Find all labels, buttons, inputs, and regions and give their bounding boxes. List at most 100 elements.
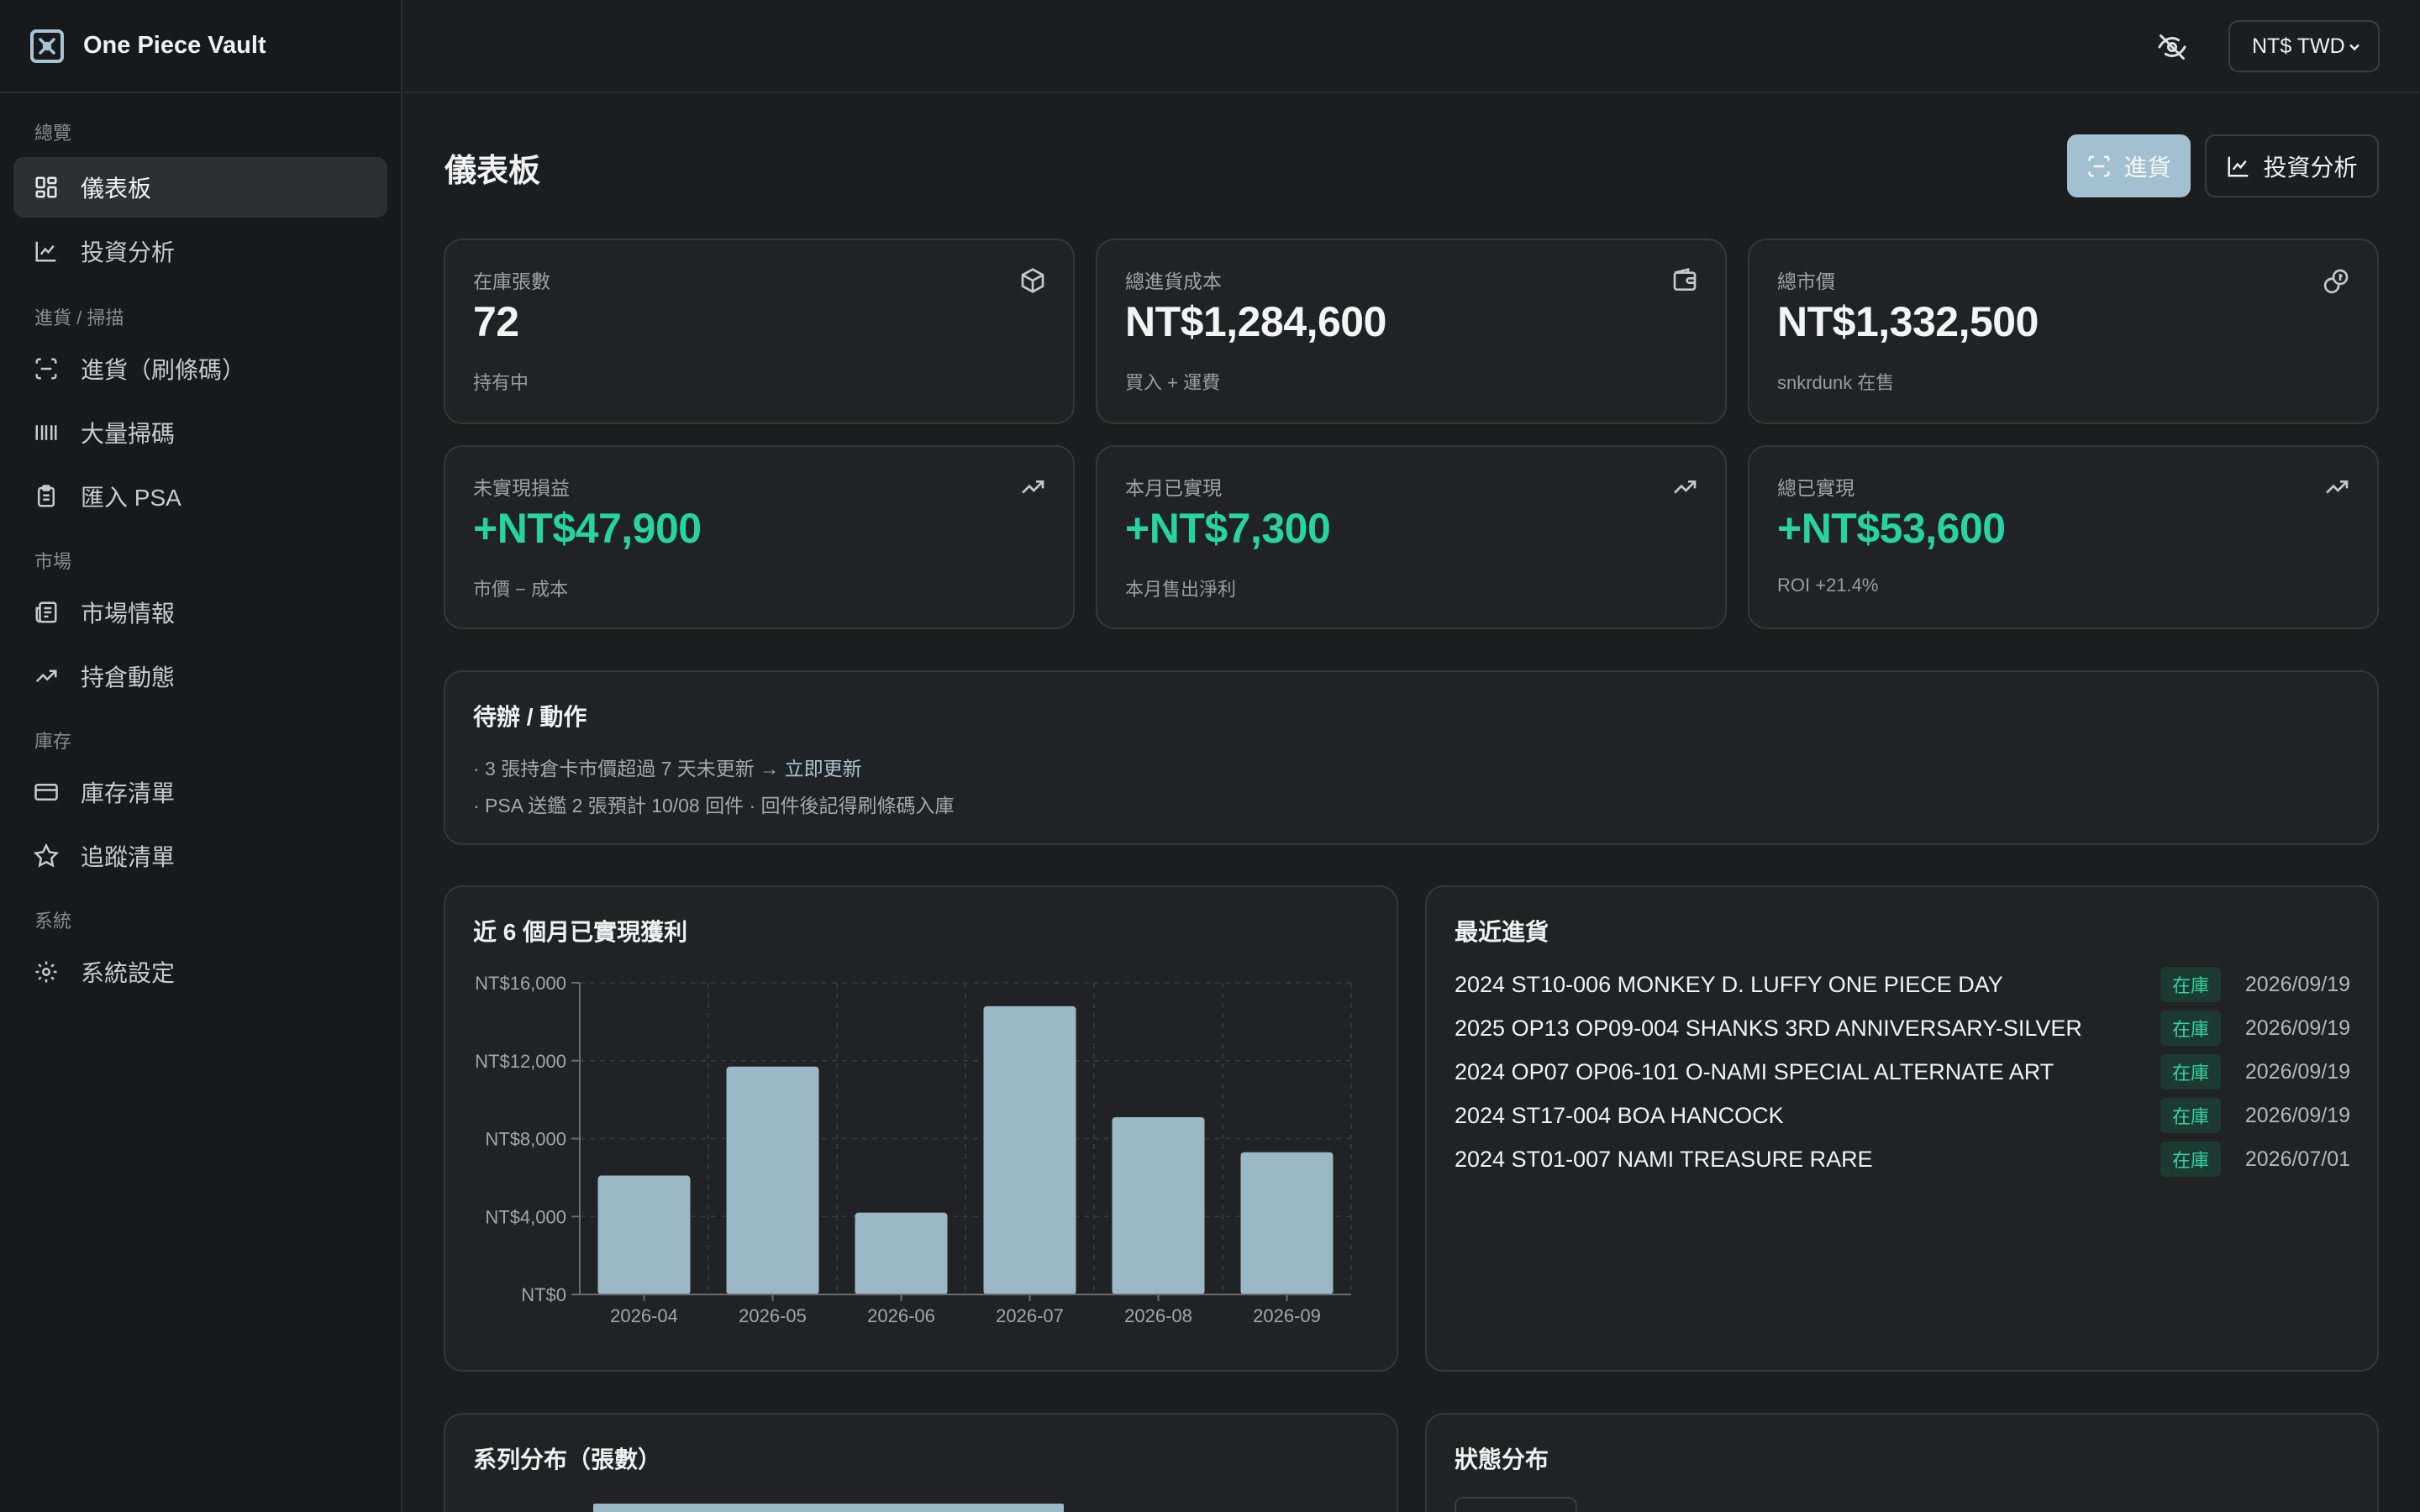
status-badge: 在庫 [2160,1142,2221,1177]
sidebar-item-market-info[interactable]: 市場情報 [13,582,387,643]
purchase-date: 2026/09/19 [2244,1016,2350,1040]
dashboard-icon [35,176,57,198]
profit-chart-card: 近 6 個月已實現獲利 NT$0 NT$4,000 NT$8,000 NT$12,00… [444,885,1398,1372]
page-title: 儀表板 [445,154,541,189]
y-tick-label: NT$8,000 [485,1129,566,1150]
status-filter-chip[interactable] [1455,1497,1577,1512]
card-name: 2024 OP07 OP06-101 O-NAMI SPECIAL ALTERN… [1455,1058,2054,1084]
sidebar-item-investment[interactable]: 投資分析 [13,221,387,281]
purchase-button-label: 進貨 [2123,154,2171,181]
card-name: 2025 OP13 OP09-004 SHANKS 3RD ANNIVERSAR… [1455,1015,2082,1041]
list-item[interactable]: 2024 ST01-007 NAMI TREASURE RARE 在庫 2026… [1455,1142,2350,1177]
todo-title: 待辦 / 動作 [473,704,587,730]
stat-label: 未實現損益 [473,477,570,499]
y-tick-label: NT$4,000 [485,1206,566,1227]
gear-icon [35,961,57,983]
update-now-link[interactable]: 立即更新 [785,758,862,780]
eye-off-icon [2158,34,2186,60]
wallet-icon [1673,267,1697,291]
bar [1240,1152,1334,1294]
list-item[interactable]: 2025 OP13 OP09-004 SHANKS 3RD ANNIVERSAR… [1455,1011,2350,1046]
investment-analysis-button[interactable]: 投資分析 [2205,134,2379,197]
stat-card-total-realized: 總已實現 +NT$53,600 ROI +21.4% [1748,445,2379,629]
stat-sub: 買入 + 運費 [1125,372,1221,393]
stat-label: 本月已實現 [1125,477,1222,499]
y-tick-label: NT$12,000 [475,1051,566,1072]
sidebar-item-label: 持倉動態 [81,664,176,690]
stat-card-total-cost: 總進貨成本 NT$1,284,600 買入 + 運費 [1096,239,1727,424]
todo-item-update-prices: · 3 張持倉卡市價超過 7 天未更新 → 立即更新 [473,753,862,781]
sidebar-item-label: 追蹤清單 [81,844,176,870]
purchase-date: 2026/09/19 [2244,972,2350,996]
stat-sub: 持有中 [473,372,529,393]
scan-icon [2088,155,2110,176]
card-name: 2024 ST01-007 NAMI TREASURE RARE [1455,1146,1873,1172]
brand[interactable]: One Piece Vault [0,0,401,93]
chevron-down-icon [2349,44,2360,51]
stat-sub: 本月售出淨利 [1125,579,1237,600]
sidebar-item-inventory-list[interactable]: 庫存清單 [13,762,387,822]
stat-card-unrealized: 未實現損益 +NT$47,900 市價 − 成本 [444,445,1075,629]
sidebar-item-label: 進貨（刷條碼） [81,357,246,383]
recent-purchases-card: 最近進貨 2024 ST10-006 MONKEY D. LUFFY ONE P… [1425,885,2379,1372]
trend-up-icon [35,669,57,683]
stat-value: +NT$47,900 [473,505,702,552]
profit-bar-chart: NT$0 NT$4,000 NT$8,000 NT$12,000 NT$16,000 20… [475,973,1352,1326]
purchase-button[interactable]: 進貨 [2067,134,2191,197]
stat-card-month-realized: 本月已實現 +NT$7,300 本月售出淨利 [1096,445,1727,629]
sidebar-item-bulk-scan[interactable]: 大量掃碼 [13,402,387,463]
sidebar-item-settings[interactable]: 系統設定 [13,942,387,1002]
bar [855,1212,948,1294]
sidebar-item-position-trend[interactable]: 持倉動態 [13,646,387,706]
x-tick-label: 2026-09 [1253,1305,1321,1326]
trend-up-icon [1022,480,1044,494]
logo-icon [30,29,64,63]
bar [1112,1116,1205,1294]
sidebar-item-import-psa[interactable]: 匯入 PSA [13,466,387,527]
stat-sub: ROI +21.4% [1777,575,1879,596]
card-name: 2024 ST10-006 MONKEY D. LUFFY ONE PIECE … [1455,971,2003,997]
barcode-icon [35,425,57,440]
app-name: One Piece Vault [83,32,266,59]
x-tick-label: 2026-04 [610,1305,678,1326]
clipboard-icon [38,485,55,507]
sidebar-item-watchlist[interactable]: 追蹤清單 [13,826,387,886]
sidebar-item-label: 儀表板 [81,176,152,202]
x-tick-label: 2026-05 [739,1305,807,1326]
stat-sub: 市價 − 成本 [473,579,569,600]
nav-section-inventory: 庫存 [34,731,72,752]
nav-section-market: 市場 [34,551,72,572]
hide-values-button[interactable] [2156,32,2188,62]
sidebar-item-label: 市場情報 [81,601,176,627]
y-tick-label: NT$16,000 [475,973,566,994]
stat-label: 總已實現 [1777,477,1854,499]
newspaper-icon [35,601,57,623]
status-title: 狀態分布 [1455,1446,1549,1473]
card-name: 2024 ST17-004 BOA HANCOCK [1455,1102,1784,1128]
sidebar-item-label: 庫存清單 [81,780,176,806]
sidebar-item-purchase-scan[interactable]: 進貨（刷條碼） [13,339,387,399]
card-icon [34,784,58,801]
status-badge: 在庫 [2160,1054,2221,1089]
todo-item-text: · 3 張持倉卡市價超過 7 天未更新 → [473,758,785,780]
chart-line-icon [2228,156,2249,176]
sidebar-item-dashboard[interactable]: 儀表板 [13,157,387,218]
list-item[interactable]: 2024 OP07 OP06-101 O-NAMI SPECIAL ALTERN… [1455,1054,2350,1089]
purchase-date: 2026/07/01 [2244,1147,2350,1171]
recent-title: 最近進貨 [1455,919,1549,945]
currency-select[interactable]: NT$ TWD [2228,20,2380,72]
x-tick-label: 2026-08 [1124,1305,1192,1326]
todo-card: 待辦 / 動作 · 3 張持倉卡市價超過 7 天未更新 → 立即更新 · PSA… [444,670,2379,845]
nav-section-purchase: 進貨 / 掃描 [34,307,124,328]
list-item[interactable]: 2024 ST17-004 BOA HANCOCK 在庫 2026/09/19 [1455,1098,2350,1133]
status-badge: 在庫 [2160,1098,2221,1133]
box-icon [1021,268,1044,293]
x-tick-label: 2026-06 [867,1305,935,1326]
sidebar: One Piece Vault 總覽 儀表板 投資分析 進貨 / 掃描 進貨（刷… [0,0,402,1512]
status-badge: 在庫 [2160,1011,2221,1046]
trend-up-icon [2326,480,2349,494]
stat-label: 總進貨成本 [1125,270,1222,292]
sidebar-nav: 總覽 儀表板 投資分析 進貨 / 掃描 進貨（刷條碼） 大量掃碼 匯入 PSA … [0,93,401,1002]
investment-analysis-label: 投資分析 [2263,154,2358,181]
list-item[interactable]: 2024 ST10-006 MONKEY D. LUFFY ONE PIECE … [1455,967,2350,1002]
